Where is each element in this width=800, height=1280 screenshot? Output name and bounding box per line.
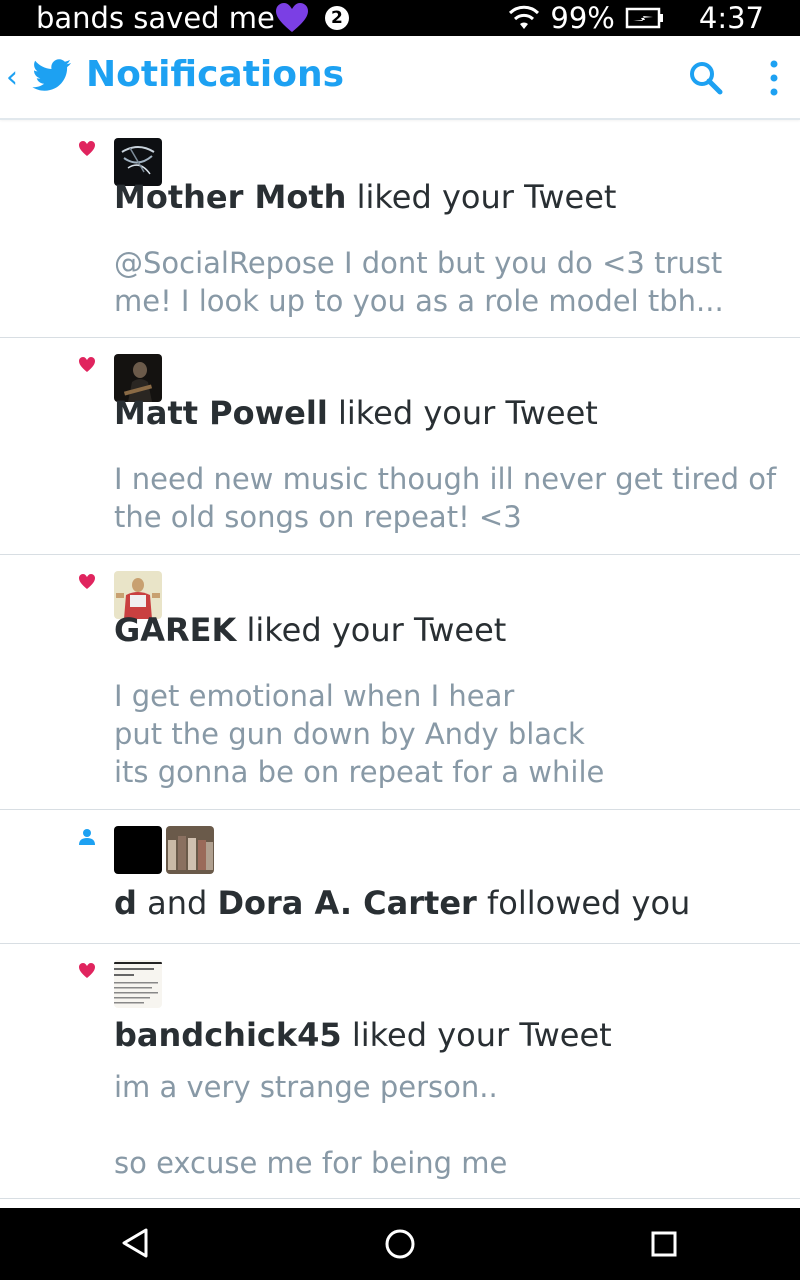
back-chevron-icon[interactable]: ‹ — [6, 58, 26, 98]
avatar[interactable] — [114, 960, 162, 1008]
action-text: liked your Tweet — [341, 1016, 612, 1054]
notification-count-badge: 2 — [324, 6, 349, 30]
nav-home-icon[interactable] — [384, 1228, 416, 1260]
list-item[interactable]: bandchick45 liked your Tweet im a very s… — [0, 944, 800, 1199]
page-title: Notifications — [86, 54, 345, 95]
actor-name[interactable]: d — [114, 884, 137, 922]
avatar-group — [114, 960, 162, 1008]
action-text: followed you — [476, 884, 691, 922]
connector-text: and — [136, 884, 218, 922]
notification-headline: GAREK liked your Tweet — [114, 611, 506, 649]
notification-headline: bandchick45 liked your Tweet — [114, 1016, 612, 1054]
notification-headline: Matt Powell liked your Tweet — [114, 394, 598, 432]
list-item[interactable]: d and Dora A. Carter followed you — [0, 810, 800, 944]
avatar[interactable] — [114, 826, 162, 874]
status-left: bands saved me 2 — [36, 0, 349, 36]
status-app-text: bands saved me — [36, 1, 275, 35]
avatar[interactable] — [166, 826, 214, 874]
tweet-text: im a very strange person.. so excuse me … — [114, 1070, 508, 1180]
battery-charging-icon — [625, 7, 663, 29]
clock: 4:37 — [698, 1, 764, 35]
notifications-list: Mother Moth liked your Tweet @SocialRepo… — [0, 122, 800, 1208]
heart-icon — [79, 357, 95, 372]
actor-name[interactable]: Dora A. Carter — [217, 884, 476, 922]
nav-recent-apps-icon[interactable] — [650, 1230, 678, 1258]
list-item[interactable]: Matt Powell liked your Tweet I need new … — [0, 338, 800, 555]
action-text: liked your Tweet — [346, 178, 617, 216]
tweet-text: I get emotional when I hear put the gun … — [114, 679, 605, 789]
notification-headline: d and Dora A. Carter followed you — [114, 884, 690, 922]
person-icon — [79, 829, 95, 845]
heart-icon — [79, 141, 95, 156]
status-right: 99% 4:37 — [508, 0, 764, 36]
system-nav-bar — [0, 1208, 800, 1280]
actor-name[interactable]: Matt Powell — [114, 394, 328, 432]
purple-heart-icon — [275, 3, 308, 32]
actor-name[interactable]: Mother Moth — [114, 178, 346, 216]
actor-name[interactable]: bandchick45 — [114, 1016, 342, 1054]
overflow-menu-icon[interactable] — [762, 58, 786, 98]
action-text: liked your Tweet — [236, 611, 507, 649]
notification-headline: Mother Moth liked your Tweet — [114, 178, 616, 216]
list-item[interactable]: Mother Moth liked your Tweet @SocialRepo… — [0, 122, 800, 338]
avatar-group — [114, 826, 214, 874]
battery-percent: 99% — [550, 1, 615, 35]
actor-name[interactable]: GAREK — [114, 611, 236, 649]
list-item[interactable]: GAREK liked your Tweet I get emotional w… — [0, 555, 800, 810]
heart-icon — [79, 963, 95, 978]
tweet-text: I need new music though ill never get ti… — [114, 462, 777, 534]
wifi-icon — [509, 5, 540, 29]
action-text: liked your Tweet — [327, 394, 598, 432]
search-icon[interactable] — [688, 60, 724, 96]
nav-back-icon[interactable] — [118, 1226, 152, 1260]
tweet-text: @SocialRepose I dont but you do <3 trust… — [114, 246, 724, 318]
heart-icon — [79, 574, 95, 589]
status-bar: bands saved me 2 99% 4:37 — [0, 0, 800, 36]
twitter-bird-icon[interactable] — [32, 58, 72, 94]
app-header: ‹ Notifications — [0, 36, 800, 120]
